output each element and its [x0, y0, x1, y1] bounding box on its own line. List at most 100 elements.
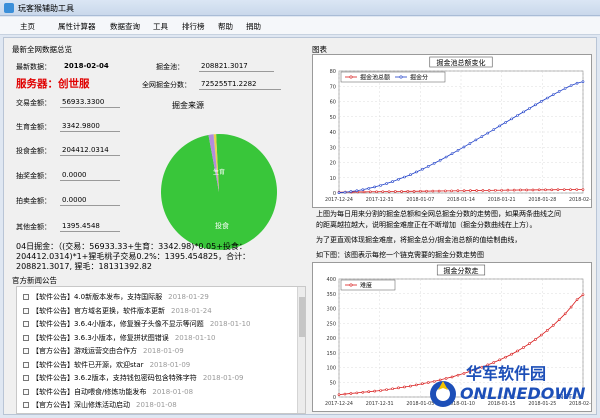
stat-label-trade: 交易金额：: [16, 99, 51, 107]
menu-home[interactable]: 主页: [20, 21, 35, 32]
y-tick-label: 200: [326, 336, 336, 342]
data-point: [475, 189, 478, 192]
data-point: [569, 188, 572, 191]
data-point: [569, 84, 573, 87]
line-chart-top: 0 10 20 30 40 50 60 70 80 2017-12-24 2017-12-31 201…: [312, 54, 597, 208]
data-point: [385, 388, 388, 391]
menu-donate[interactable]: 捐助: [246, 21, 261, 32]
data-point: [516, 349, 519, 353]
announcement-text: 【软件公告】3.6.2版本，支持钱包密码包含特殊字符: [32, 374, 197, 382]
data-point: [355, 189, 359, 193]
data-point: [504, 121, 507, 124]
main-panel: 最新全网数据总览 最新数据： 2018-02-04 服务器：创世服 掘金池： 2…: [3, 37, 597, 415]
y-tick-label: 80: [330, 69, 336, 75]
latest-data-date: 2018-02-04: [64, 62, 109, 70]
menu-data-query[interactable]: 数据查询: [110, 21, 140, 32]
data-point: [462, 189, 466, 193]
chart-desc-1: 上图为每日用来分割的掘金总额和全网总掘金分数的走势图，如果两条曲线之间: [316, 210, 561, 218]
document-icon: [23, 375, 29, 381]
network-score-label: 全网掘金分数：: [142, 81, 191, 89]
announcement-date: 2018-01-24: [171, 306, 212, 315]
x-tick-label: 2018-01-21: [488, 197, 516, 203]
data-point: [506, 188, 510, 192]
data-point: [385, 182, 388, 185]
data-point: [367, 390, 371, 393]
announcement-item[interactable]: 【软件公告】官方域名更换，软件版本更新 2018-01-24: [23, 306, 212, 317]
announcement-item[interactable]: 【软件公告】自动喂食/修炼功能发布 2018-01-08: [23, 387, 193, 398]
data-point: [337, 191, 341, 194]
y-tick-label: 400: [326, 277, 336, 283]
announcement-item[interactable]: 【官方公告】游戏运营交由合作方 2018-01-09: [23, 346, 184, 357]
document-icon: [23, 361, 29, 368]
menu-ranking[interactable]: 排行榜: [182, 21, 205, 32]
announcement-scrollbar[interactable]: [297, 287, 305, 413]
data-point: [510, 352, 513, 356]
data-point: [581, 188, 585, 191]
data-point: [343, 190, 347, 194]
document-icon: [23, 402, 29, 408]
announcement-item[interactable]: 【软件公告】3.6.2版本，支持钱包密码包含特殊字符 2018-01-09: [23, 373, 244, 384]
announcement-date: 2018-01-08: [152, 387, 194, 396]
announcement-text: 【软件公告】官方域名更换，软件版本更新: [32, 306, 165, 315]
data-point: [581, 293, 585, 296]
announcement-item[interactable]: 【软件公告】3.6.3小版本，修复拼状图错误 2018-01-10: [23, 333, 216, 344]
latest-data-label: 最新数据：: [16, 63, 51, 71]
data-point: [575, 298, 579, 301]
data-point: [355, 391, 359, 395]
document-icon: [23, 388, 29, 395]
document-icon: [23, 294, 29, 300]
announcement-date: 2018-01-09: [202, 374, 244, 382]
data-point: [563, 87, 567, 90]
data-point: [394, 190, 397, 193]
overview-group-title: 最新全网数据总览: [12, 45, 72, 54]
data-point: [379, 389, 382, 392]
data-point: [486, 131, 490, 135]
document-icon: [23, 348, 29, 354]
announcement-item[interactable]: 【软件公告】软件已开源，欢迎star 2018-01-09: [23, 360, 190, 371]
menu-tools[interactable]: 工具: [153, 21, 168, 32]
stat-value-feed: 204412.0314: [62, 146, 109, 154]
data-point: [456, 149, 460, 152]
x-tick-label: 2018-01-28: [528, 197, 556, 203]
data-point: [492, 128, 496, 131]
data-point: [415, 170, 418, 174]
site-watermark: 华军软件园 ONLINEDOWN .NET: [428, 360, 588, 412]
announcement-item[interactable]: 【软件公告】3.6.4小版本，修复猴子头像不显示等问题 2018-01-10: [23, 319, 251, 330]
data-point: [409, 173, 412, 176]
data-point: [403, 385, 406, 389]
y-tick-label: 0: [333, 395, 336, 401]
announcement-date: 2018-01-09: [149, 360, 191, 369]
x-tick-label: 2017-12-31: [366, 401, 394, 407]
data-point: [379, 184, 382, 187]
title-bar: 玩客猴辅助工具: [0, 0, 600, 16]
data-point: [480, 135, 484, 138]
network-score-value: 725255T1.2282: [201, 80, 257, 88]
data-point: [368, 190, 372, 194]
announcement-text: 【官方公告】游戏运营交由合作方: [32, 347, 137, 355]
legend-entry: 掘金池总额: [360, 74, 390, 82]
app-icon: [4, 3, 14, 13]
menu-help[interactable]: 帮助: [218, 21, 233, 32]
data-point: [403, 175, 406, 179]
data-point: [343, 392, 347, 396]
data-point: [516, 114, 519, 117]
x-tick-label: 2017-12-31: [366, 197, 394, 203]
data-point: [569, 305, 573, 309]
data-point: [525, 188, 528, 192]
scroll-thumb[interactable]: [299, 297, 305, 337]
chart-title: 掘金分数走: [444, 266, 479, 275]
data-point: [487, 189, 491, 192]
y-tick-label: 70: [330, 84, 336, 90]
data-point: [361, 188, 365, 191]
data-point: [562, 188, 566, 191]
data-point: [373, 185, 377, 189]
menu-attribute-calculator[interactable]: 属性计算器: [58, 21, 96, 32]
announcement-list[interactable]: 【软件公告】4.0新版本发布，支持国际服 2018-01-29 【软件公告】官方域名…: [16, 286, 306, 414]
data-point: [469, 189, 472, 192]
y-tick-label: 20: [330, 161, 336, 167]
announcement-item[interactable]: 【官方公告】深山修炼活动启动 2018-01-08: [23, 400, 177, 411]
stat-value-auction: 0.0000: [62, 196, 87, 204]
data-point: [415, 383, 418, 387]
y-tick-label: 50: [330, 115, 336, 121]
announcement-item[interactable]: 【软件公告】4.0新版本发布，支持国际服 2018-01-29: [23, 292, 209, 303]
